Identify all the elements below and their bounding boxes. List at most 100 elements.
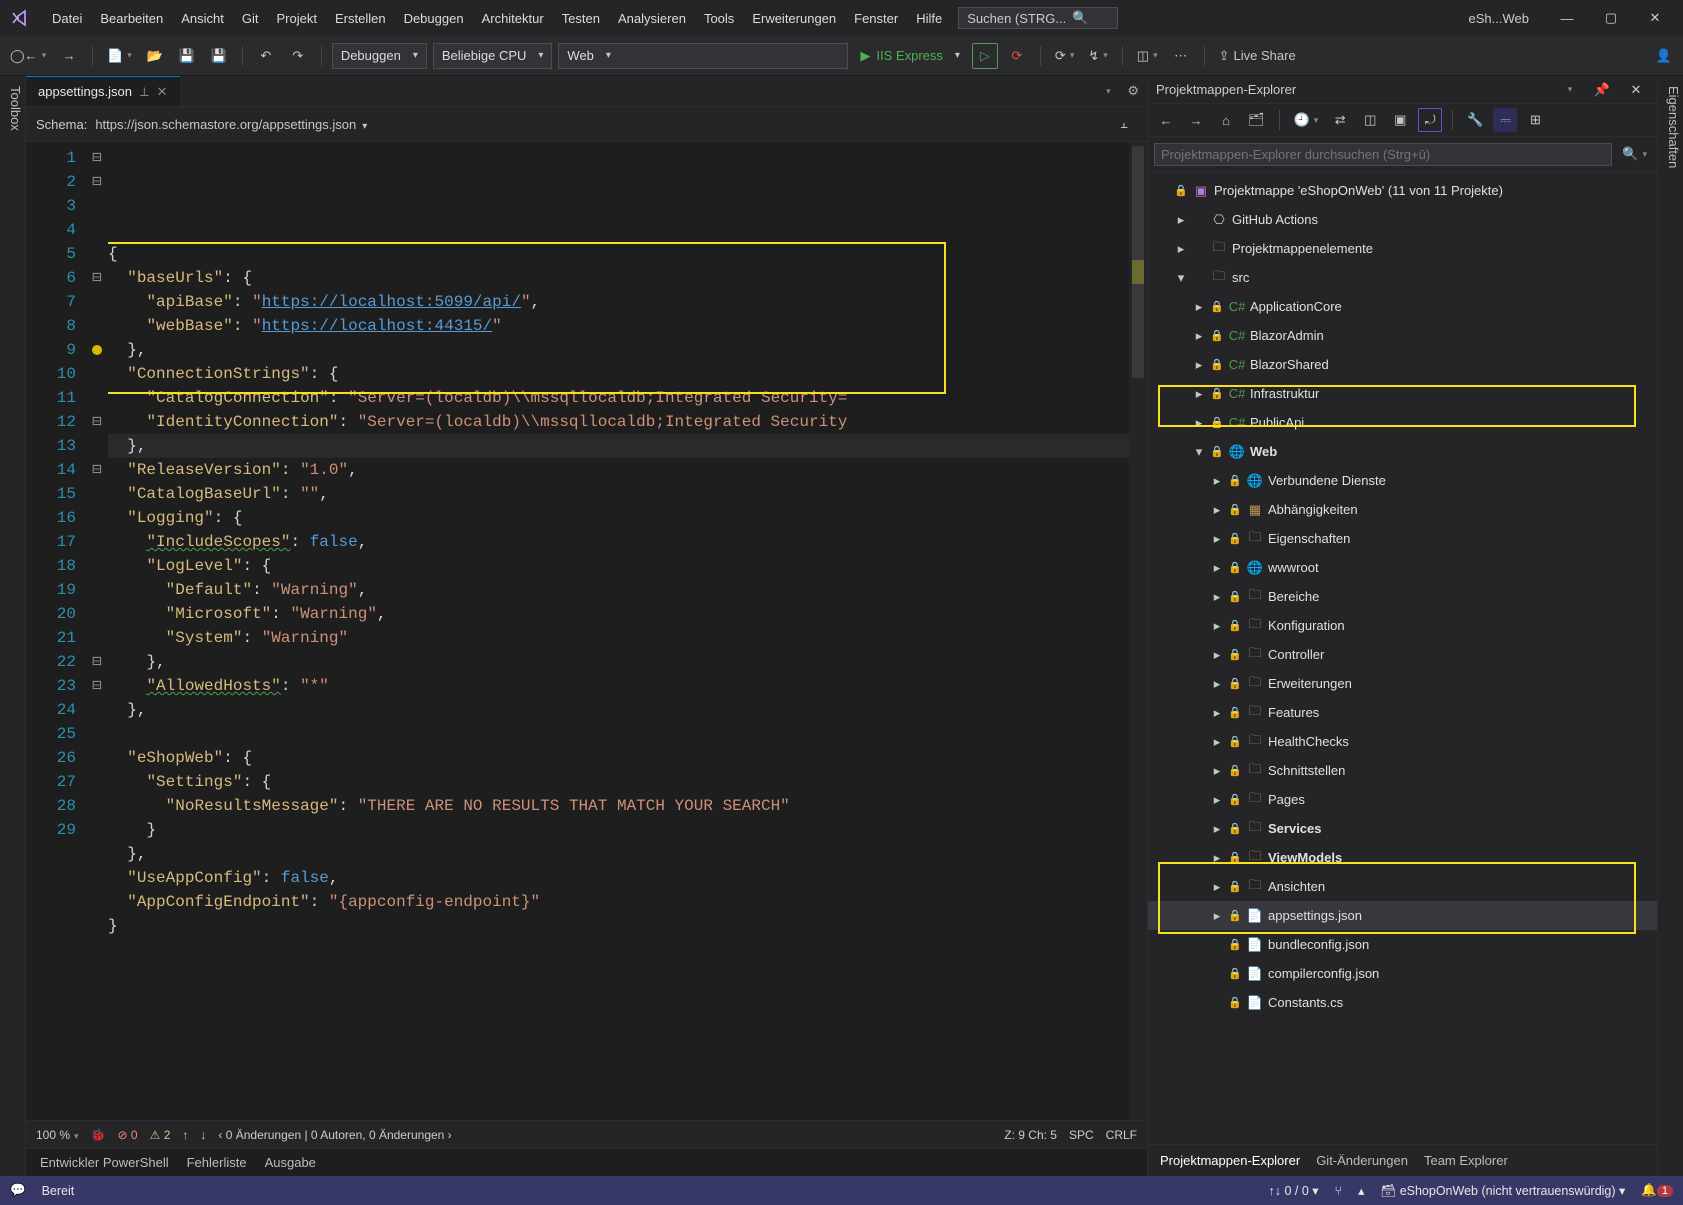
menu-bearbeiten[interactable]: Bearbeiten <box>92 7 171 30</box>
minimize-button[interactable]: — <box>1545 3 1589 33</box>
bottom-tab[interactable]: Entwickler PowerShell <box>38 1151 171 1174</box>
panel-footer-tab[interactable]: Projektmappen-Explorer <box>1158 1149 1302 1172</box>
properties-collapsed-tab[interactable]: Eigenschaften <box>1657 76 1683 1176</box>
nav-fwd-button[interactable]: → <box>56 43 82 69</box>
tree-row[interactable]: 🔒🌐Verbundene Dienste <box>1148 466 1657 495</box>
tree-row[interactable]: 🔒C#BlazorShared <box>1148 350 1657 379</box>
menu-fenster[interactable]: Fenster <box>846 7 906 30</box>
schema-url[interactable]: https://json.schemastore.org/appsettings… <box>95 117 1103 132</box>
pin-icon[interactable]: ⟂ <box>140 84 149 100</box>
tree-row[interactable]: 🔒🗀Controller <box>1148 640 1657 669</box>
warning-count[interactable]: ⚠ 2 <box>150 1128 171 1142</box>
account-button[interactable]: 👤 <box>1651 43 1677 69</box>
tree-row[interactable]: 🔒🗀Eigenschaften <box>1148 524 1657 553</box>
tree-row[interactable]: 🔒🗀Erweiterungen <box>1148 669 1657 698</box>
group-button[interactable]: ⊞ <box>1523 108 1547 132</box>
folder-view-button[interactable]: 🗂 <box>1244 108 1269 132</box>
save-all-button[interactable]: 💾 <box>206 43 232 69</box>
menu-hilfe[interactable]: Hilfe <box>908 7 950 30</box>
tree-row[interactable]: 🔒🗀Bereiche <box>1148 582 1657 611</box>
platform-dropdown[interactable]: Beliebige CPU <box>433 43 553 69</box>
save-button[interactable]: 💾 <box>174 43 200 69</box>
open-button[interactable]: 📂 <box>142 43 168 69</box>
bottom-tab[interactable]: Fehlerliste <box>185 1151 249 1174</box>
run-no-debug-button[interactable]: ▷ <box>972 43 998 69</box>
tab-appsettings[interactable]: appsettings.json ⟂ ✕ <box>26 76 180 106</box>
maximize-button[interactable]: ▢ <box>1589 3 1633 33</box>
tree-row[interactable]: 🗀Projektmappenelemente <box>1148 234 1657 263</box>
nav-back-button[interactable]: ◯← <box>6 43 50 69</box>
undo-button[interactable]: ↶ <box>253 43 279 69</box>
tab-close-icon[interactable]: ✕ <box>157 84 168 100</box>
tree-row[interactable]: 🗀src <box>1148 263 1657 292</box>
restart-button[interactable]: ⟳ <box>1051 43 1078 69</box>
code-editor[interactable]: 1234567891011121314151617181920212223242… <box>26 142 1147 1120</box>
panel-search-button[interactable]: 🔍 <box>1618 141 1651 167</box>
panel-footer-tab[interactable]: Git-Änderungen <box>1314 1149 1410 1172</box>
tree-row[interactable]: ⎔GitHub Actions <box>1148 205 1657 234</box>
schema-split-icon[interactable]: ⫠ <box>1111 111 1137 137</box>
tree-row[interactable]: 🔒🗀Features <box>1148 698 1657 727</box>
tree-row[interactable]: 🔒C#ApplicationCore <box>1148 292 1657 321</box>
menu-datei[interactable]: Datei <box>44 7 90 30</box>
tree-row[interactable]: 🔒▣Projektmappe 'eShopOnWeb' (11 von 11 P… <box>1148 176 1657 205</box>
redo-button[interactable]: ↷ <box>285 43 311 69</box>
tree-row[interactable]: 🔒🗀ViewModels <box>1148 843 1657 872</box>
tree-row[interactable]: 🔒C#BlazorAdmin <box>1148 321 1657 350</box>
extras-button[interactable]: ⋯ <box>1168 43 1194 69</box>
solution-tree[interactable]: 🔒▣Projektmappe 'eShopOnWeb' (11 von 11 P… <box>1148 172 1657 1144</box>
bug-icon[interactable]: 🐞 <box>91 1128 106 1142</box>
zoom-level[interactable]: 100 % <box>36 1128 79 1142</box>
tree-row[interactable]: 🔒📄appsettings.json <box>1148 901 1657 930</box>
code-content[interactable]: { "baseUrls": { "apiBase": "https://loca… <box>108 142 1129 1120</box>
tree-row[interactable]: 🔒📄bundleconfig.json <box>1148 930 1657 959</box>
menu-projekt[interactable]: Projekt <box>269 7 325 30</box>
hot-reload-button[interactable]: ⟳ <box>1004 43 1030 69</box>
nav-counter[interactable]: ↑↓ 0 / 0 ▾ <box>1268 1183 1318 1198</box>
notifications-button[interactable]: 🔔1 <box>1641 1183 1673 1198</box>
nav-down-icon[interactable]: ↓ <box>200 1128 206 1142</box>
cursor-position[interactable]: Z: 9 Ch: 5 <box>1004 1128 1057 1142</box>
tree-row[interactable]: 🔒🗀Services <box>1148 814 1657 843</box>
menu-erweiterungen[interactable]: Erweiterungen <box>744 7 844 30</box>
refresh-button[interactable]: ⤾ <box>1418 108 1442 132</box>
error-count[interactable]: ⊘ 0 <box>118 1128 138 1142</box>
startup-project-dropdown[interactable]: Web <box>558 43 848 69</box>
indent-mode[interactable]: SPC <box>1069 1128 1094 1142</box>
tabs-overflow-button[interactable] <box>1093 78 1119 104</box>
panel-close-icon[interactable]: ✕ <box>1623 77 1649 103</box>
properties-button[interactable]: 🔧 <box>1463 108 1487 132</box>
menu-ansicht[interactable]: Ansicht <box>173 7 232 30</box>
close-button[interactable]: ✕ <box>1633 3 1677 33</box>
browser-link-button[interactable]: ↯ <box>1084 43 1111 69</box>
vcs-changes[interactable]: ‹ 0 Änderungen | 0 Autoren, 0 Änderungen… <box>218 1128 451 1142</box>
scrollbar-vertical[interactable] <box>1129 142 1147 1120</box>
menu-git[interactable]: Git <box>234 7 267 30</box>
editor-settings-icon[interactable]: ⚙ <box>1119 83 1147 99</box>
preview-button[interactable]: ⎓ <box>1493 108 1517 132</box>
panel-pin-icon[interactable]: 📌 <box>1589 77 1615 103</box>
config-dropdown[interactable]: Debuggen <box>332 43 427 69</box>
toolbox-collapsed-tab[interactable]: Toolbox <box>0 76 26 1176</box>
back-button[interactable]: ← <box>1154 108 1178 132</box>
new-item-button[interactable]: 📄 <box>103 43 136 69</box>
menu-debuggen[interactable]: Debuggen <box>396 7 472 30</box>
tree-row[interactable]: 🔒🗀Schnittstellen <box>1148 756 1657 785</box>
tree-row[interactable]: 🔒🌐Web <box>1148 437 1657 466</box>
menu-analysieren[interactable]: Analysieren <box>610 7 694 30</box>
tree-row[interactable]: 🔒C#PublicApi <box>1148 408 1657 437</box>
global-search[interactable]: Suchen (STRG... 🔍 <box>958 7 1118 29</box>
home-button[interactable]: ⌂ <box>1214 108 1238 132</box>
tree-row[interactable]: 🔒🗀Pages <box>1148 785 1657 814</box>
tree-row[interactable]: 🔒▦Abhängigkeiten <box>1148 495 1657 524</box>
repo-status[interactable]: 🗃 eShopOnWeb (nicht vertrauenswürdig) ▾ <box>1380 1183 1625 1199</box>
tree-row[interactable]: 🔒📄Constants.cs <box>1148 988 1657 1017</box>
window-layout-button[interactable]: ◫ <box>1133 43 1162 69</box>
show-all-button[interactable]: ▣ <box>1388 108 1412 132</box>
fold-column[interactable]: ⊟⊟⊟⊟⊟⊟⊟ <box>86 142 108 1120</box>
panel-search-input[interactable] <box>1154 143 1612 166</box>
tree-row[interactable]: 🔒🗀Ansichten <box>1148 872 1657 901</box>
fwd-button[interactable]: → <box>1184 108 1208 132</box>
menu-erstellen[interactable]: Erstellen <box>327 7 394 30</box>
tree-row[interactable]: 🔒🗀Konfiguration <box>1148 611 1657 640</box>
